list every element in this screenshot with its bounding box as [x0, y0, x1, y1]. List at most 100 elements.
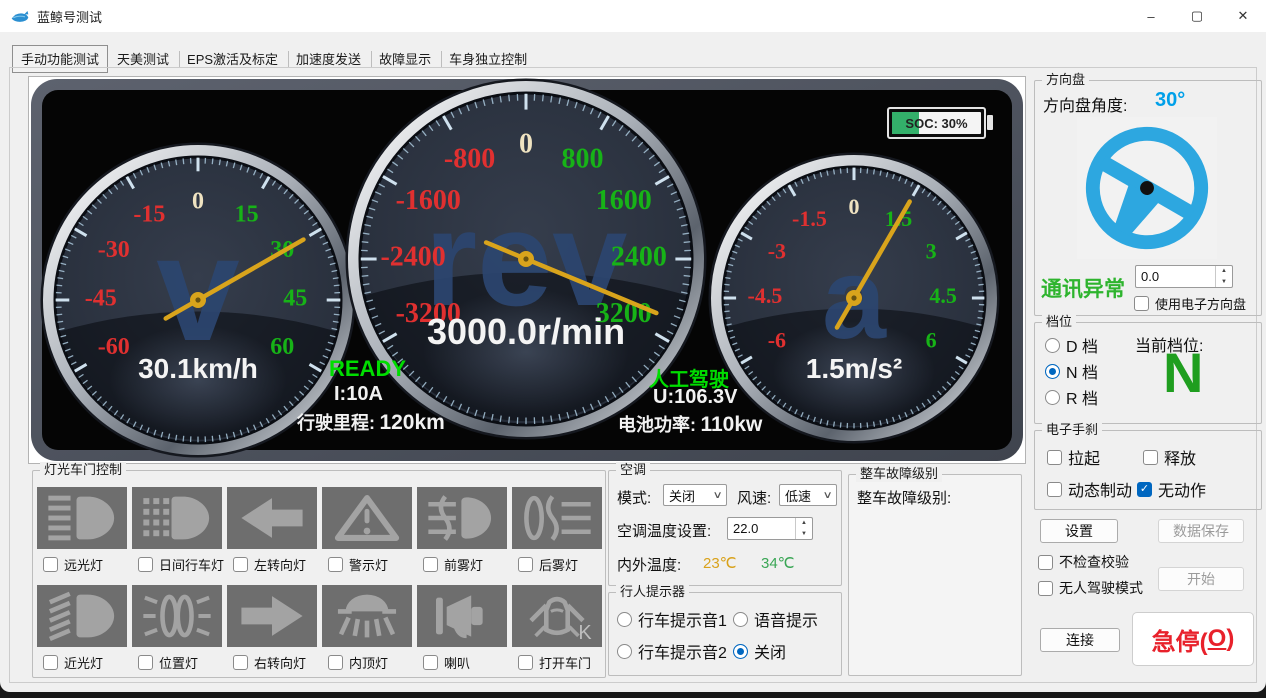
- warning-tile: [322, 487, 412, 549]
- gauge-accel: a-6-4.5-3-1.501.534.561.5m/s²: [710, 154, 998, 442]
- fault-level-label: 整车故障级别:: [857, 487, 951, 508]
- gear-option-1[interactable]: D 档: [1045, 333, 1098, 357]
- start-button[interactable]: 开始: [1158, 567, 1244, 591]
- svg-text:-60: -60: [98, 334, 130, 360]
- checkbox-mark: [518, 655, 533, 670]
- light-checkbox-7[interactable]: 近光灯: [43, 653, 103, 672]
- light-checkbox-4[interactable]: 警示灯: [328, 555, 388, 574]
- daytime-running-light-tile: [132, 487, 222, 549]
- use-electronic-steering-checkbox[interactable]: 使用电子方向盘: [1134, 294, 1246, 313]
- connect-button[interactable]: 连接: [1040, 628, 1120, 652]
- fault-group: 整车故障级别 整车故障级别:: [848, 474, 1022, 676]
- pedestrian-option-3[interactable]: 行车提示音2: [617, 639, 727, 663]
- light-checkbox-8-label: 位置灯: [159, 653, 198, 672]
- open-door-icon: K: [520, 590, 594, 642]
- app-window: 蓝鲸号测试 – ▢ ✕ 手动功能测试天美测试EPS激活及标定加速度发送故障显示车…: [0, 0, 1266, 692]
- gear-option-2[interactable]: N 档: [1045, 359, 1098, 383]
- handbrake-option-2[interactable]: 释放: [1143, 445, 1196, 469]
- steering-wheel-box: [1077, 117, 1217, 259]
- svg-text:-6: -6: [768, 328, 786, 353]
- light-checkbox-11-label: 喇叭: [444, 653, 470, 672]
- pedestrian-options: 行车提示音1 语音提示行车提示音2关闭: [609, 593, 841, 675]
- svg-text:-1.5: -1.5: [792, 206, 827, 231]
- pedestrian-option-4[interactable]: 关闭: [733, 639, 786, 663]
- pedestrian-option-2[interactable]: 语音提示: [733, 607, 818, 631]
- handbrake-option-3[interactable]: 动态制动: [1047, 477, 1132, 501]
- checkbox-mark: [1143, 450, 1158, 465]
- pedestrian-option-1[interactable]: 行车提示音1: [617, 607, 727, 631]
- steering-angle-label: 方向盘角度:: [1043, 92, 1127, 116]
- light-checkbox-6[interactable]: 后雾灯: [518, 555, 578, 574]
- dashboard: v-60-45-30-1501530456030.1km/hrev-3200-2…: [28, 76, 1026, 464]
- spinner-arrows-icon[interactable]: ▲▼: [1215, 266, 1232, 287]
- steering-group-title: 方向盘: [1042, 72, 1089, 88]
- right-turn-tile: [227, 585, 317, 647]
- estop-button[interactable]: 急停(O): [1132, 612, 1254, 666]
- gear-option-3[interactable]: R 档: [1045, 385, 1098, 409]
- checkbox-mark: [138, 557, 153, 572]
- svg-text:-1600: -1600: [396, 185, 461, 216]
- steering-group: 方向盘 方向盘角度: 30° 通讯异常 0.0 ▲▼: [1034, 80, 1262, 316]
- handbrake-option-1[interactable]: 拉起: [1047, 445, 1100, 469]
- pedestrian-option-2-label: 语音提示: [754, 607, 818, 631]
- light-checkbox-8[interactable]: 位置灯: [138, 653, 198, 672]
- ac-inout-label: 内外温度:: [617, 554, 681, 575]
- maximize-icon[interactable]: ▢: [1174, 0, 1220, 32]
- pedestrian-group: 行人提示器 行车提示音1语音提示行车提示音2关闭: [608, 592, 842, 676]
- light-checkbox-10[interactable]: 内顶灯: [328, 653, 388, 672]
- spinner-arrows-icon[interactable]: ▲▼: [795, 518, 812, 539]
- light-checkbox-12[interactable]: 打开车门: [518, 653, 591, 672]
- light-checkbox-2[interactable]: 日间行车灯: [138, 555, 224, 574]
- checkbox-mark: [233, 557, 248, 572]
- ac-fan-select[interactable]: 低速 ∨: [779, 484, 837, 506]
- handbrake-option-1-label: 拉起: [1068, 445, 1100, 469]
- gauge-rev-value: 3000.0r/min: [427, 311, 625, 352]
- radio-mark: [733, 644, 748, 659]
- close-icon[interactable]: ✕: [1220, 0, 1266, 32]
- pedestrian-option-1-label: 行车提示音1: [638, 607, 727, 631]
- svg-text:-800: -800: [444, 144, 495, 175]
- light-checkbox-1-label: 远光灯: [64, 555, 103, 574]
- checkbox-mark: [138, 655, 153, 670]
- ac-mode-select[interactable]: 关闭 ∨: [663, 484, 727, 506]
- ac-temp-spinbox[interactable]: 22.0 ▲▼: [727, 517, 813, 540]
- ac-temp-value: 22.0: [728, 518, 795, 539]
- svg-text:2400: 2400: [611, 241, 667, 272]
- steering-spin-value: 0.0: [1136, 266, 1215, 287]
- svg-text:45: 45: [283, 286, 307, 312]
- checkbox-mark: [43, 557, 58, 572]
- svg-text:-30: -30: [98, 237, 130, 263]
- svg-text:60: 60: [270, 334, 294, 360]
- checkbox-mark: [1134, 296, 1149, 311]
- svg-text:800: 800: [561, 144, 603, 175]
- no-check-verify-checkbox-label: 不检查校验: [1059, 552, 1129, 572]
- settings-button[interactable]: 设置: [1040, 519, 1118, 543]
- gear-option-1-label: D 档: [1066, 333, 1098, 357]
- checkbox-mark: [1047, 482, 1062, 497]
- light-checkbox-3-label: 左转向灯: [254, 555, 306, 574]
- light-checkbox-11[interactable]: 喇叭: [423, 653, 470, 672]
- light-checkbox-10-label: 内顶灯: [349, 653, 388, 672]
- ac-outside-temp: 34℃: [761, 554, 795, 572]
- handbrake-option-4[interactable]: ✓无动作: [1137, 477, 1206, 501]
- light-checkbox-7-label: 近光灯: [64, 653, 103, 672]
- ac-fan-value: 低速: [785, 486, 811, 505]
- no-check-verify-checkbox[interactable]: 不检查校验: [1038, 552, 1129, 572]
- steering-angle-spinbox[interactable]: 0.0 ▲▼: [1135, 265, 1233, 288]
- light-checkbox-3[interactable]: 左转向灯: [233, 555, 306, 574]
- light-checkbox-5[interactable]: 前雾灯: [423, 555, 483, 574]
- gauge-speed-value: 30.1km/h: [138, 353, 258, 384]
- data-save-button[interactable]: 数据保存: [1158, 519, 1244, 543]
- estop-label-close: ): [1226, 625, 1234, 653]
- horn-tile: [417, 585, 507, 647]
- handbrake-options: 拉起 释放动态制动✓无动作: [1035, 431, 1261, 509]
- current-value: I:10A: [334, 383, 383, 406]
- pedestrian-option-3-label: 行车提示音2: [638, 639, 727, 663]
- driverless-mode-checkbox[interactable]: 无人驾驶模式: [1038, 578, 1143, 598]
- light-checkbox-9[interactable]: 右转向灯: [233, 653, 306, 672]
- dome-light-tile: [322, 585, 412, 647]
- light-checkbox-2-label: 日间行车灯: [159, 555, 224, 574]
- light-checkbox-1[interactable]: 远光灯: [43, 555, 103, 574]
- minimize-icon[interactable]: –: [1128, 0, 1174, 32]
- gauge-accel-value: 1.5m/s²: [806, 353, 903, 384]
